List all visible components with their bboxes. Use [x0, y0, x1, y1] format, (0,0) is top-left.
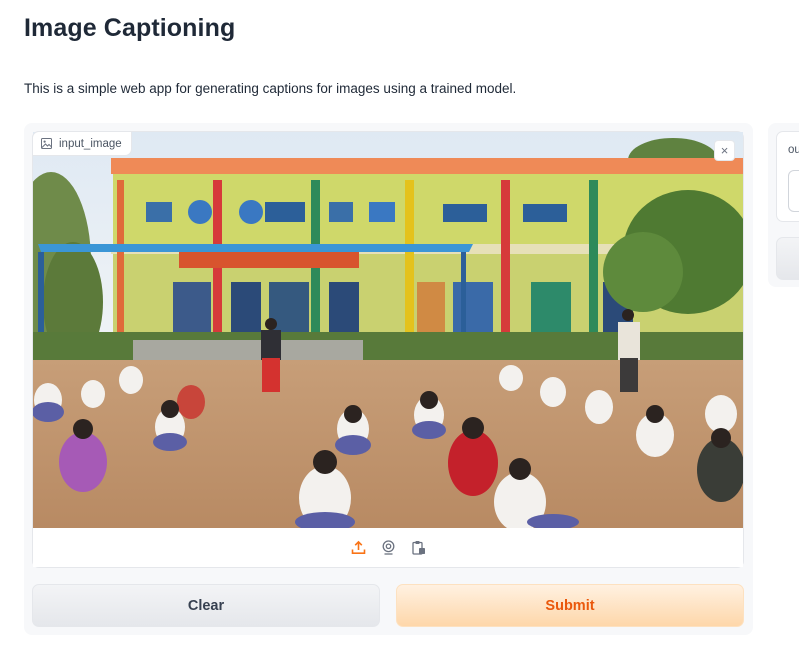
- output-action-button[interactable]: [776, 237, 799, 280]
- uploaded-image: [33, 132, 743, 528]
- clear-image-button[interactable]: ×: [714, 140, 735, 161]
- input-image-label: input_image: [32, 131, 132, 156]
- close-icon: ×: [720, 143, 729, 158]
- input-image-label-text: input_image: [59, 137, 122, 150]
- webcam-icon[interactable]: [380, 539, 397, 556]
- page: Image Captioning This is a simple web ap…: [0, 0, 799, 655]
- output-label: output: [788, 144, 799, 156]
- output-textbox[interactable]: [788, 170, 799, 212]
- page-description: This is a simple web app for generating …: [24, 81, 517, 96]
- submit-button[interactable]: Submit: [396, 584, 744, 627]
- clear-button[interactable]: Clear: [32, 584, 380, 627]
- upload-icon[interactable]: [350, 539, 367, 556]
- clipboard-icon[interactable]: [410, 539, 427, 556]
- submit-button-label: Submit: [545, 597, 595, 614]
- image-source-toolbar: [33, 528, 743, 567]
- page-title: Image Captioning: [24, 14, 236, 42]
- image-icon: [41, 138, 52, 149]
- clear-button-label: Clear: [187, 597, 225, 614]
